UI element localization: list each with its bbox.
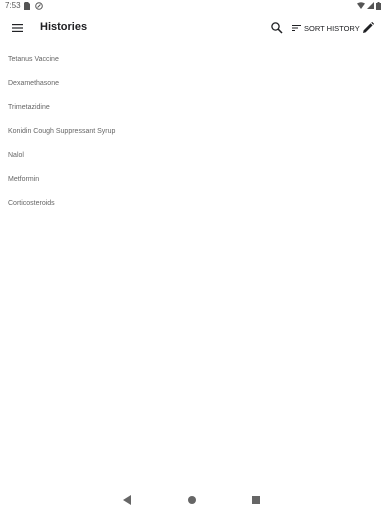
sort-history-label: SORT HISTORY: [304, 24, 360, 33]
edit-icon[interactable]: [361, 21, 375, 35]
history-item[interactable]: Dexamethasone: [0, 72, 384, 96]
recents-icon[interactable]: [252, 496, 260, 504]
sim-card-icon: [24, 2, 30, 10]
history-list: Tetanus Vaccine Dexamethasone Trimetazid…: [0, 48, 384, 216]
notification-icon: [35, 2, 43, 10]
battery-icon: [376, 2, 381, 10]
back-icon[interactable]: [123, 495, 131, 505]
history-item[interactable]: Trimetazidine: [0, 96, 384, 120]
status-time: 7:53: [5, 1, 21, 10]
search-icon[interactable]: [270, 21, 284, 35]
wifi-icon: [357, 2, 365, 9]
app-toolbar: Histories SORT HISTORY: [0, 12, 384, 44]
history-item[interactable]: Corticosteroids: [0, 192, 384, 216]
status-bar: 7:53: [0, 0, 384, 12]
history-item[interactable]: Tetanus Vaccine: [0, 48, 384, 72]
sort-icon: [292, 25, 301, 31]
system-nav-bar: [0, 488, 384, 512]
menu-icon[interactable]: [10, 20, 26, 36]
history-item[interactable]: Nalol: [0, 144, 384, 168]
home-icon[interactable]: [188, 496, 196, 504]
signal-icon: [367, 2, 374, 9]
page-title: Histories: [40, 21, 88, 33]
history-item[interactable]: Konidin Cough Suppressant Syrup: [0, 120, 384, 144]
history-item[interactable]: Metformin: [0, 168, 384, 192]
